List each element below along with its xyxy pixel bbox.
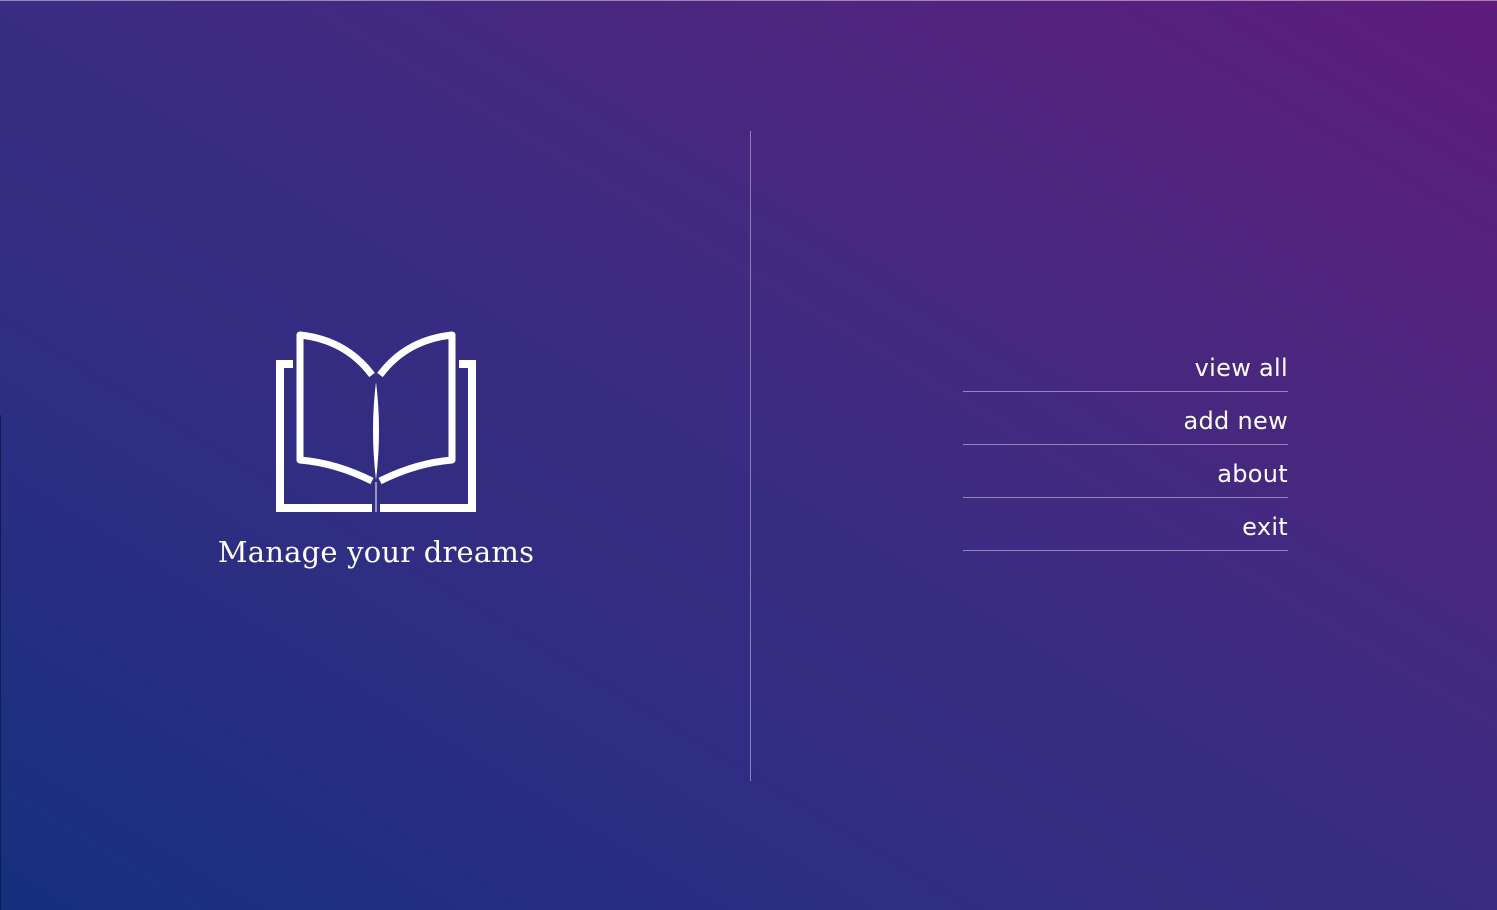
menu-item-add-new[interactable]: add new xyxy=(963,392,1288,445)
tagline: Manage your dreams xyxy=(217,535,535,569)
menu-item-label: add new xyxy=(1183,407,1288,435)
menu-item-label: view all xyxy=(1194,354,1288,382)
top-border xyxy=(0,0,1497,1)
brand-block: Manage your dreams xyxy=(180,330,572,569)
menu-item-exit[interactable]: exit xyxy=(963,498,1288,551)
left-edge-shadow xyxy=(0,415,1,910)
menu-item-view-all[interactable]: view all xyxy=(963,337,1288,392)
open-book-icon xyxy=(276,331,476,512)
main-menu: view all add new about exit xyxy=(963,337,1288,551)
vertical-divider xyxy=(750,131,751,781)
menu-item-label: exit xyxy=(1242,513,1288,541)
menu-item-about[interactable]: about xyxy=(963,445,1288,498)
menu-item-label: about xyxy=(1217,460,1288,488)
